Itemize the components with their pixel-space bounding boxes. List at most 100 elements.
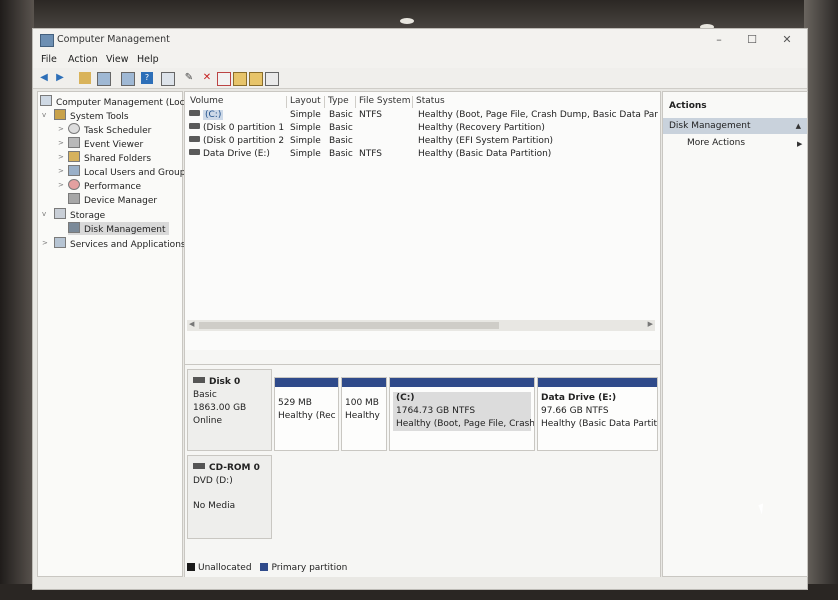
- tree-item-device-manager[interactable]: Device Manager: [68, 193, 157, 206]
- event-viewer-icon: [68, 137, 80, 148]
- photo-background-left: [0, 0, 34, 600]
- users-icon: [68, 165, 80, 176]
- column-header-type[interactable]: Type: [325, 96, 356, 108]
- check-icon[interactable]: [217, 72, 231, 86]
- disk-management-pane: Volume Layout Type File System Status (C…: [184, 91, 661, 577]
- chevron-right-icon: ▶: [797, 140, 803, 148]
- export-icon[interactable]: [233, 72, 247, 86]
- forward-icon[interactable]: ▶: [54, 72, 66, 84]
- scroll-left-icon[interactable]: ◀: [189, 320, 194, 328]
- primary-partition-bar: [342, 378, 386, 387]
- shared-folder-icon: [68, 151, 80, 162]
- title-bar: Computer Management – ☐ ✕: [33, 29, 807, 51]
- tree-item-task-scheduler[interactable]: > Task Scheduler: [58, 123, 151, 136]
- computer-management-window: Computer Management – ☐ ✕ File Action Vi…: [32, 28, 808, 590]
- tree-item-performance[interactable]: > Performance: [58, 179, 141, 192]
- column-header-file-system[interactable]: File System: [356, 96, 413, 108]
- device-manager-icon: [68, 193, 80, 204]
- connect-icon[interactable]: ✎: [183, 72, 195, 84]
- column-header-layout[interactable]: Layout: [287, 96, 325, 108]
- back-icon[interactable]: ◀: [38, 72, 50, 84]
- menu-view[interactable]: View: [106, 54, 129, 65]
- scrollbar-thumb[interactable]: [199, 322, 499, 329]
- primary-partition-bar: [538, 378, 657, 387]
- actions-disk-management[interactable]: Disk Management ▲: [663, 118, 807, 134]
- volume-icon: [189, 123, 200, 129]
- minimize-button[interactable]: –: [708, 33, 730, 47]
- properties-icon[interactable]: [121, 72, 135, 86]
- up-icon[interactable]: [79, 72, 91, 84]
- close-button[interactable]: ✕: [776, 33, 798, 47]
- table-row[interactable]: (Disk 0 partition 1) Simple Basic Health…: [185, 123, 660, 136]
- menu-help[interactable]: Help: [137, 54, 159, 65]
- volume-icon: [189, 136, 200, 142]
- disk-graphical-view: Disk 0 Basic 1863.00 GB Online 529 MB He…: [185, 364, 660, 577]
- cdrom-0-label[interactable]: CD-ROM 0 DVD (D:) No Media: [187, 455, 272, 539]
- more-actions-item[interactable]: More Actions: [687, 138, 745, 148]
- menu-action[interactable]: Action: [68, 54, 98, 65]
- tree-item-event-viewer[interactable]: > Event Viewer: [58, 137, 143, 150]
- column-header-volume[interactable]: Volume: [187, 96, 287, 108]
- chevron-right-icon[interactable]: >: [58, 165, 64, 178]
- view-icon[interactable]: [161, 72, 175, 86]
- tree-item-computer-management[interactable]: Computer Management (Local): [40, 95, 196, 108]
- show-hide-tree-icon[interactable]: [97, 72, 111, 86]
- clock-icon: [68, 123, 80, 134]
- tree-item-storage[interactable]: v Storage: [42, 208, 105, 221]
- partition-data-drive-e[interactable]: Data Drive (E:) 97.66 GB NTFS Healthy (B…: [537, 377, 658, 451]
- help-icon[interactable]: ?: [141, 72, 153, 84]
- primary-partition-bar: [390, 378, 534, 387]
- maximize-button[interactable]: ☐: [741, 33, 763, 47]
- storage-icon: [54, 208, 66, 219]
- computer-management-icon: [40, 34, 54, 47]
- window-title: Computer Management: [57, 34, 170, 45]
- chevron-right-icon[interactable]: >: [58, 137, 64, 150]
- menu-bar: File Action View Help: [33, 51, 807, 68]
- disk-0-label[interactable]: Disk 0 Basic 1863.00 GB Online: [187, 369, 272, 451]
- settings-icon[interactable]: [265, 72, 279, 86]
- actions-header: Actions: [669, 101, 707, 111]
- partition-efi[interactable]: 100 MB Healthy: [341, 377, 387, 451]
- photo-background-right: [804, 0, 838, 600]
- toolbar: ◀ ▶ ? ✎ ✕: [33, 68, 807, 89]
- tree-item-system-tools[interactable]: v System Tools: [42, 109, 129, 122]
- partition-c[interactable]: (C:) 1764.73 GB NTFS Healthy (Boot, Page…: [389, 377, 535, 451]
- cdrom-icon: [193, 463, 205, 469]
- chevron-right-icon[interactable]: >: [58, 179, 64, 192]
- services-icon: [54, 237, 66, 248]
- tree-item-services-applications[interactable]: > Services and Applications: [42, 237, 186, 250]
- refresh-icon[interactable]: [249, 72, 263, 86]
- chevron-down-icon[interactable]: v: [42, 208, 46, 221]
- horizontal-scrollbar[interactable]: ◀ ▶: [187, 320, 655, 331]
- disk-management-icon: [68, 222, 80, 233]
- tools-icon: [54, 109, 66, 120]
- performance-icon: [68, 179, 80, 190]
- scroll-right-icon[interactable]: ▶: [648, 320, 653, 328]
- navigation-tree: Computer Management (Local) v System Too…: [37, 91, 196, 577]
- tree-item-shared-folders[interactable]: > Shared Folders: [58, 151, 151, 164]
- table-row[interactable]: (Disk 0 partition 2) Simple Basic Health…: [185, 136, 660, 149]
- tree-item-disk-management[interactable]: Disk Management: [68, 222, 170, 235]
- chevron-right-icon[interactable]: >: [42, 237, 48, 250]
- chevron-right-icon[interactable]: >: [58, 151, 64, 164]
- primary-partition-swatch: [260, 563, 269, 571]
- actions-pane: Actions Disk Management ▲ More Actions ▶: [662, 91, 808, 577]
- table-row[interactable]: (C:) Simple Basic NTFS Healthy (Boot, Pa…: [185, 110, 660, 123]
- volume-list: Volume Layout Type File System Status (C…: [185, 92, 660, 350]
- computer-icon: [40, 95, 52, 106]
- table-row[interactable]: Data Drive (E:) Simple Basic NTFS Health…: [185, 149, 660, 162]
- partition-recovery[interactable]: 529 MB Healthy (Rec: [274, 377, 339, 451]
- menu-file[interactable]: File: [41, 54, 57, 65]
- tree-item-local-users-groups[interactable]: > Local Users and Groups: [58, 165, 190, 178]
- disk-icon: [193, 377, 205, 383]
- unallocated-swatch: [187, 563, 195, 571]
- partition-legend: Unallocated Primary partition: [187, 563, 347, 573]
- chevron-down-icon[interactable]: v: [42, 109, 46, 122]
- volume-icon: [189, 149, 200, 155]
- chevron-right-icon[interactable]: >: [58, 123, 64, 136]
- primary-partition-bar: [275, 378, 338, 387]
- column-header-status[interactable]: Status: [413, 96, 658, 108]
- collapse-up-icon[interactable]: ▲: [796, 118, 801, 134]
- delete-icon[interactable]: ✕: [201, 72, 213, 84]
- ceiling-light: [400, 18, 414, 24]
